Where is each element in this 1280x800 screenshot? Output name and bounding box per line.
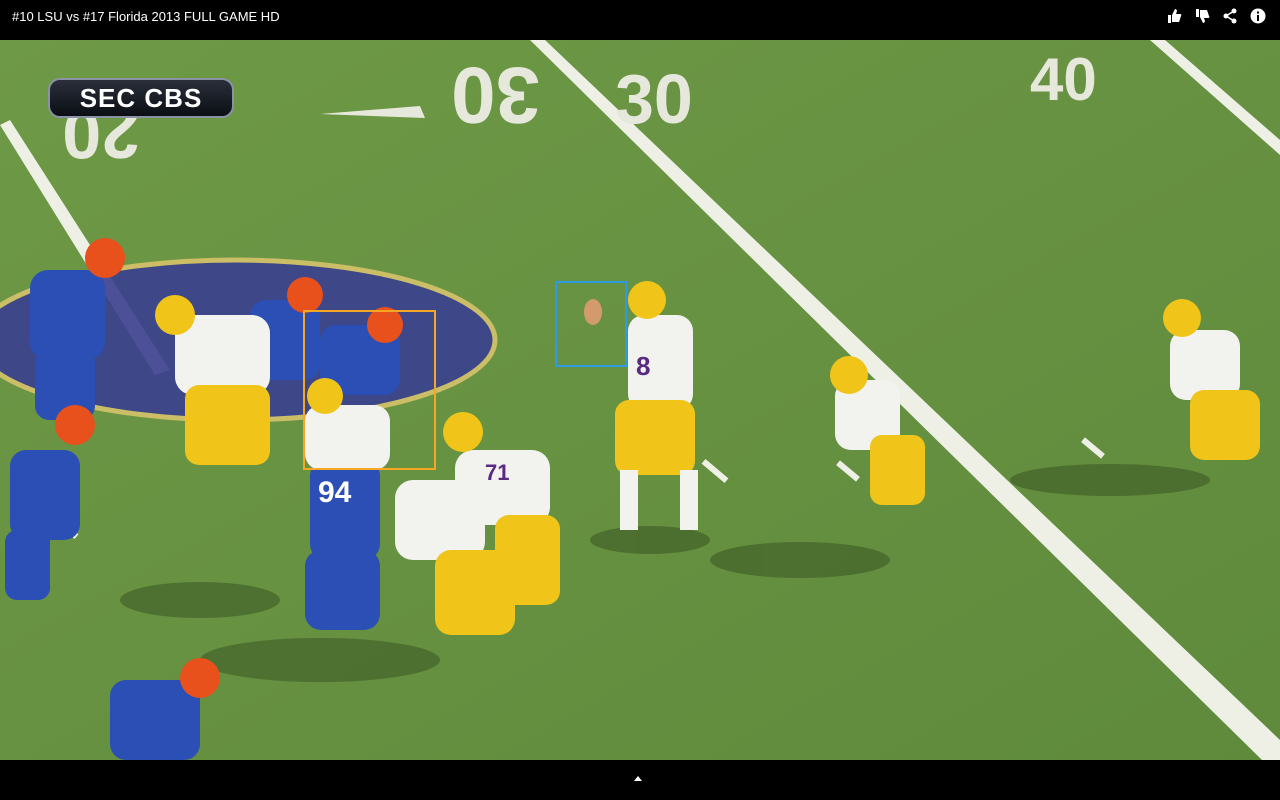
annotation-blue-box	[555, 281, 627, 367]
player-actions	[1166, 8, 1266, 24]
yard-number: 30	[615, 60, 693, 138]
info-icon[interactable]	[1250, 8, 1266, 24]
thumbs-down-icon[interactable]	[1194, 8, 1210, 24]
thumbs-up-icon[interactable]	[1166, 8, 1182, 24]
jersey-number: 94	[318, 476, 352, 509]
player-top-bar: #10 LSU vs #17 Florida 2013 FULL GAME HD	[0, 0, 1280, 40]
jersey-number: 8	[636, 351, 650, 381]
video-frame[interactable]: 30 30 20 40 94 71 8 SEC CBS	[0, 40, 1280, 760]
player-bottom-bar	[0, 760, 1280, 800]
video-title: #10 LSU vs #17 Florida 2013 FULL GAME HD	[12, 9, 280, 24]
jersey-number: 71	[485, 460, 509, 485]
expand-controls-icon[interactable]	[634, 776, 642, 781]
share-icon[interactable]	[1222, 8, 1238, 24]
yard-number: 40	[1030, 46, 1097, 113]
yard-number: 30	[451, 51, 540, 140]
football-field-scene: 30 30 20 40 94 71 8	[0, 40, 1280, 760]
annotation-orange-box	[303, 310, 436, 470]
network-logo: SEC CBS	[48, 78, 234, 118]
